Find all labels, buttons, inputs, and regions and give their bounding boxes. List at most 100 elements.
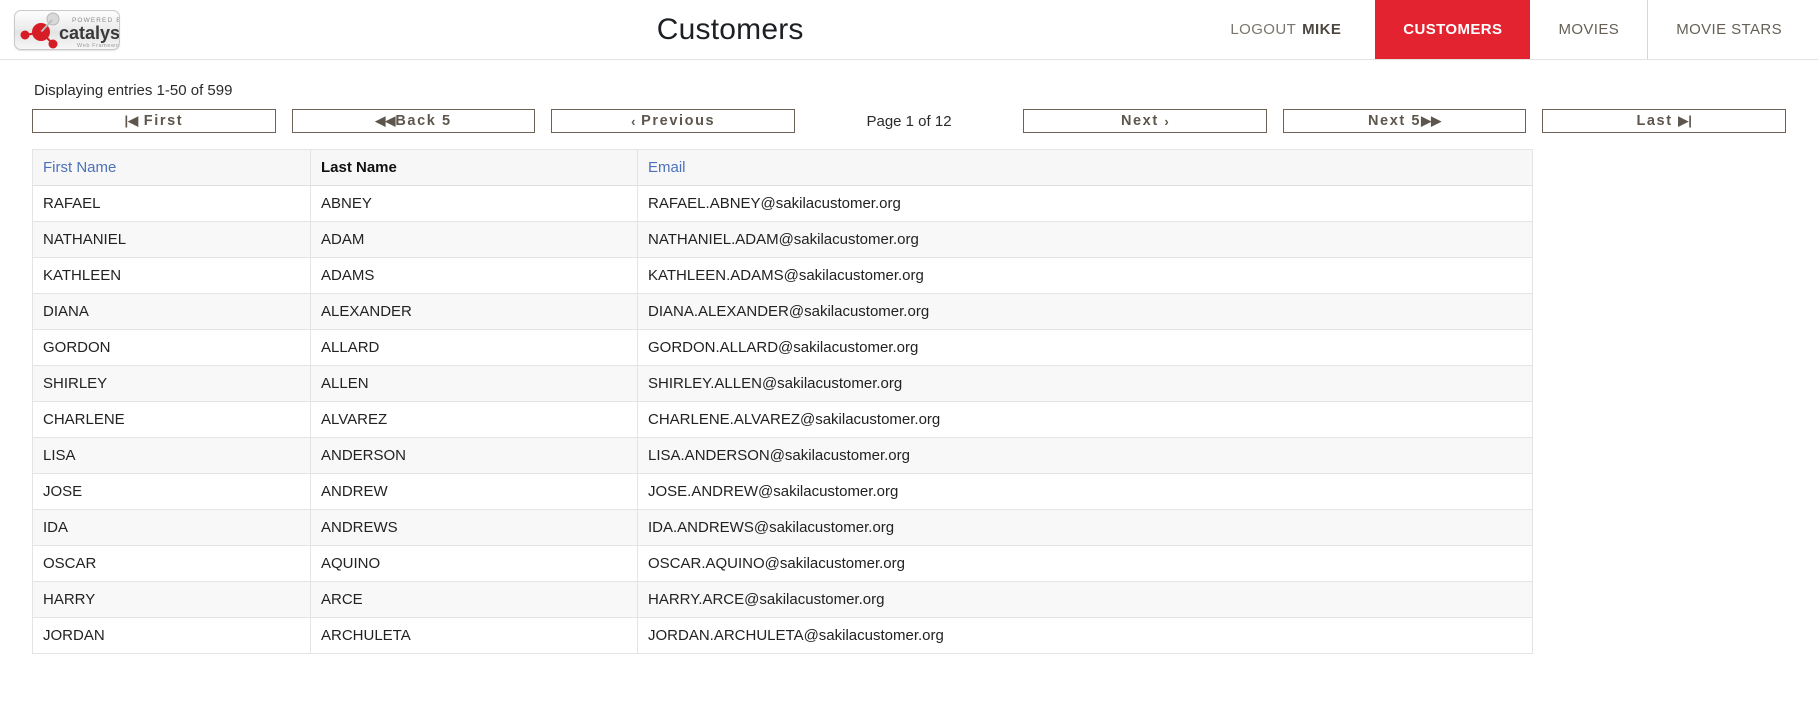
nav-item-movies[interactable]: MOVIES xyxy=(1530,0,1647,59)
brand-area: POWERED BY catalyst Web Framework xyxy=(0,0,300,59)
cell-first-name: SHIRLEY xyxy=(32,365,311,402)
table-row: LISA ANDERSON LISA.ANDERSON@sakilacustomer… xyxy=(32,437,1533,474)
nav-item-customers[interactable]: CUSTOMERS xyxy=(1375,0,1531,59)
cell-first-name: JORDAN xyxy=(32,617,311,654)
cell-first-name: DIANA xyxy=(32,293,311,330)
previous-page-button[interactable]: ‹ Previous xyxy=(551,109,796,133)
nav-item-logout[interactable]: LOGOUT MIKE xyxy=(1200,0,1375,59)
cell-first-name: JOSE xyxy=(32,473,311,510)
cell-first-name: GORDON xyxy=(32,329,311,366)
table-row: OSCAR AQUINO OSCAR.AQUINO@sakilacustomer.o… xyxy=(32,545,1533,582)
page-title: Customers xyxy=(656,12,804,46)
last-page-button[interactable]: Last ▶| xyxy=(1542,109,1787,133)
table-row: KATHLEEN ADAMS KATHLEEN.ADAMS@sakilacustom… xyxy=(32,257,1533,294)
last-page-icon: ▶| xyxy=(1678,113,1692,128)
next-page-icon: › xyxy=(1164,113,1169,129)
cell-last-name: ARCHULETA xyxy=(310,617,638,654)
cell-email: RAFAEL.ABNEY@sakilacustomer.org xyxy=(637,185,1533,222)
back-5-label: Back 5 xyxy=(395,113,452,129)
column-header-email[interactable]: Email xyxy=(637,149,1533,186)
table-row: DIANA ALEXANDER DIANA.ALEXANDER@sakilacust… xyxy=(32,293,1533,330)
cell-first-name: OSCAR xyxy=(32,545,311,582)
cell-last-name: ABNEY xyxy=(310,185,638,222)
first-page-label: First xyxy=(143,113,184,129)
catalyst-logo-graphic: POWERED BY catalyst Web Framework xyxy=(20,12,120,49)
table-body: RAFAEL ABNEY RAFAEL.ABNEY@sakilacustomer.o… xyxy=(32,185,1533,654)
cell-last-name: ANDERSON xyxy=(310,437,638,474)
table-row: HARRY ARCE HARRY.ARCE@sakilacustomer.org xyxy=(32,581,1533,618)
cell-last-name: ADAMS xyxy=(310,257,638,294)
last-page-label: Last xyxy=(1636,113,1673,129)
table-row: RAFAEL ABNEY RAFAEL.ABNEY@sakilacustomer.o… xyxy=(32,185,1533,222)
sort-link-email[interactable]: Email xyxy=(648,159,686,176)
cell-last-name: ALLEN xyxy=(310,365,638,402)
cell-last-name: ALVAREZ xyxy=(310,401,638,438)
cell-email: JORDAN.ARCHULETA@sakilacustomer.org xyxy=(637,617,1533,654)
table-row: JORDAN ARCHULETA JORDAN.ARCHULETA@sakilacu… xyxy=(32,617,1533,654)
cell-email: NATHANIEL.ADAM@sakilacustomer.org xyxy=(637,221,1533,258)
cell-email: IDA.ANDREWS@sakilacustomer.org xyxy=(637,509,1533,546)
table-row: GORDON ALLARD GORDON.ALLARD@sakilacustomer… xyxy=(32,329,1533,366)
cell-first-name: NATHANIEL xyxy=(32,221,311,258)
cell-last-name: ANDREW xyxy=(310,473,638,510)
catalyst-logo: POWERED BY catalyst Web Framework xyxy=(14,9,120,50)
column-header-last-name[interactable]: Last Name xyxy=(310,149,638,186)
cell-email: LISA.ANDERSON@sakilacustomer.org xyxy=(637,437,1533,474)
back-5-button[interactable]: ◀◀ Back 5 xyxy=(291,109,536,133)
next-page-button[interactable]: Next › xyxy=(1023,109,1267,133)
table-row: JOSE ANDREW JOSE.ANDREW@sakilacustomer.org xyxy=(32,473,1533,510)
back-5-icon: ◀◀ xyxy=(375,113,396,128)
nav-logout-label: LOGOUT xyxy=(1230,21,1297,38)
cell-email: HARRY.ARCE@sakilacustomer.org xyxy=(637,581,1533,618)
nav-customers-label: CUSTOMERS xyxy=(1403,21,1503,38)
cell-last-name: ANDREWS xyxy=(310,509,638,546)
cell-first-name: KATHLEEN xyxy=(32,257,311,294)
next-page-label: Next xyxy=(1120,113,1159,129)
cell-first-name: HARRY xyxy=(32,581,311,618)
svg-text:Web Framework: Web Framework xyxy=(77,43,120,49)
next-5-label: Next 5 xyxy=(1367,113,1422,129)
customers-table: First Name Last Name Email RAFAEL ABNEY RA… xyxy=(32,149,1533,654)
column-header-first-name[interactable]: First Name xyxy=(32,149,311,186)
entries-summary: Displaying entries 1-50 of 599 xyxy=(34,82,233,99)
cell-email: JOSE.ANDREW@sakilacustomer.org xyxy=(637,473,1533,510)
main-content: Displaying entries 1-50 of 599 |◀ First … xyxy=(0,60,1818,654)
sort-current-last-name: Last Name xyxy=(321,159,397,176)
nav-movie-stars-label: MOVIE STARS xyxy=(1676,21,1782,38)
cell-first-name: IDA xyxy=(32,509,311,546)
cell-email: GORDON.ALLARD@sakilacustomer.org xyxy=(637,329,1533,366)
table-row: CHARLENE ALVAREZ CHARLENE.ALVAREZ@sakilacu… xyxy=(32,401,1533,438)
cell-email: CHARLENE.ALVAREZ@sakilacustomer.org xyxy=(637,401,1533,438)
cell-first-name: LISA xyxy=(32,437,311,474)
cell-last-name: ARCE xyxy=(310,581,638,618)
cell-first-name: RAFAEL xyxy=(32,185,311,222)
table-row: IDA ANDREWS IDA.ANDREWS@sakilacustomer.org xyxy=(32,509,1533,546)
app-header: POWERED BY catalyst Web Framework Custom… xyxy=(0,0,1818,60)
nav-movies-label: MOVIES xyxy=(1558,21,1620,38)
svg-text:catalyst: catalyst xyxy=(59,23,120,43)
cell-last-name: ALEXANDER xyxy=(310,293,638,330)
cell-last-name: ADAM xyxy=(310,221,638,258)
page-status: Page 1 of 12 xyxy=(866,112,952,130)
next-5-icon: ▶▶ xyxy=(1421,113,1442,128)
page-title-wrap: Customers xyxy=(300,0,1200,59)
cell-last-name: ALLARD xyxy=(310,329,638,366)
table-header-row: First Name Last Name Email xyxy=(32,149,1533,186)
table-row: NATHANIEL ADAM NATHANIEL.ADAM@sakilacustom… xyxy=(32,221,1533,258)
cell-last-name: AQUINO xyxy=(310,545,638,582)
nav-item-movie-stars[interactable]: MOVIE STARS xyxy=(1647,0,1818,59)
main-nav: LOGOUT MIKE CUSTOMERS MOVIES MOVIE STARS xyxy=(1200,0,1818,59)
cell-email: SHIRLEY.ALLEN@sakilacustomer.org xyxy=(637,365,1533,402)
first-page-icon: |◀ xyxy=(124,113,139,128)
cell-first-name: CHARLENE xyxy=(32,401,311,438)
pagination-toolbar: |◀ First ◀◀ Back 5 ‹ Previous Page 1 of 1… xyxy=(32,109,1787,149)
first-page-button[interactable]: |◀ First xyxy=(32,109,276,133)
table-row: SHIRLEY ALLEN SHIRLEY.ALLEN@sakilacustomer… xyxy=(32,365,1533,402)
cell-email: KATHLEEN.ADAMS@sakilacustomer.org xyxy=(637,257,1533,294)
sort-link-first-name[interactable]: First Name xyxy=(43,159,116,176)
nav-logout-user: MIKE xyxy=(1302,21,1342,38)
previous-page-label: Previous xyxy=(641,113,716,129)
next-5-button[interactable]: Next 5 ▶▶ xyxy=(1282,109,1527,133)
cell-email: OSCAR.AQUINO@sakilacustomer.org xyxy=(637,545,1533,582)
table-header: First Name Last Name Email xyxy=(32,149,1533,186)
